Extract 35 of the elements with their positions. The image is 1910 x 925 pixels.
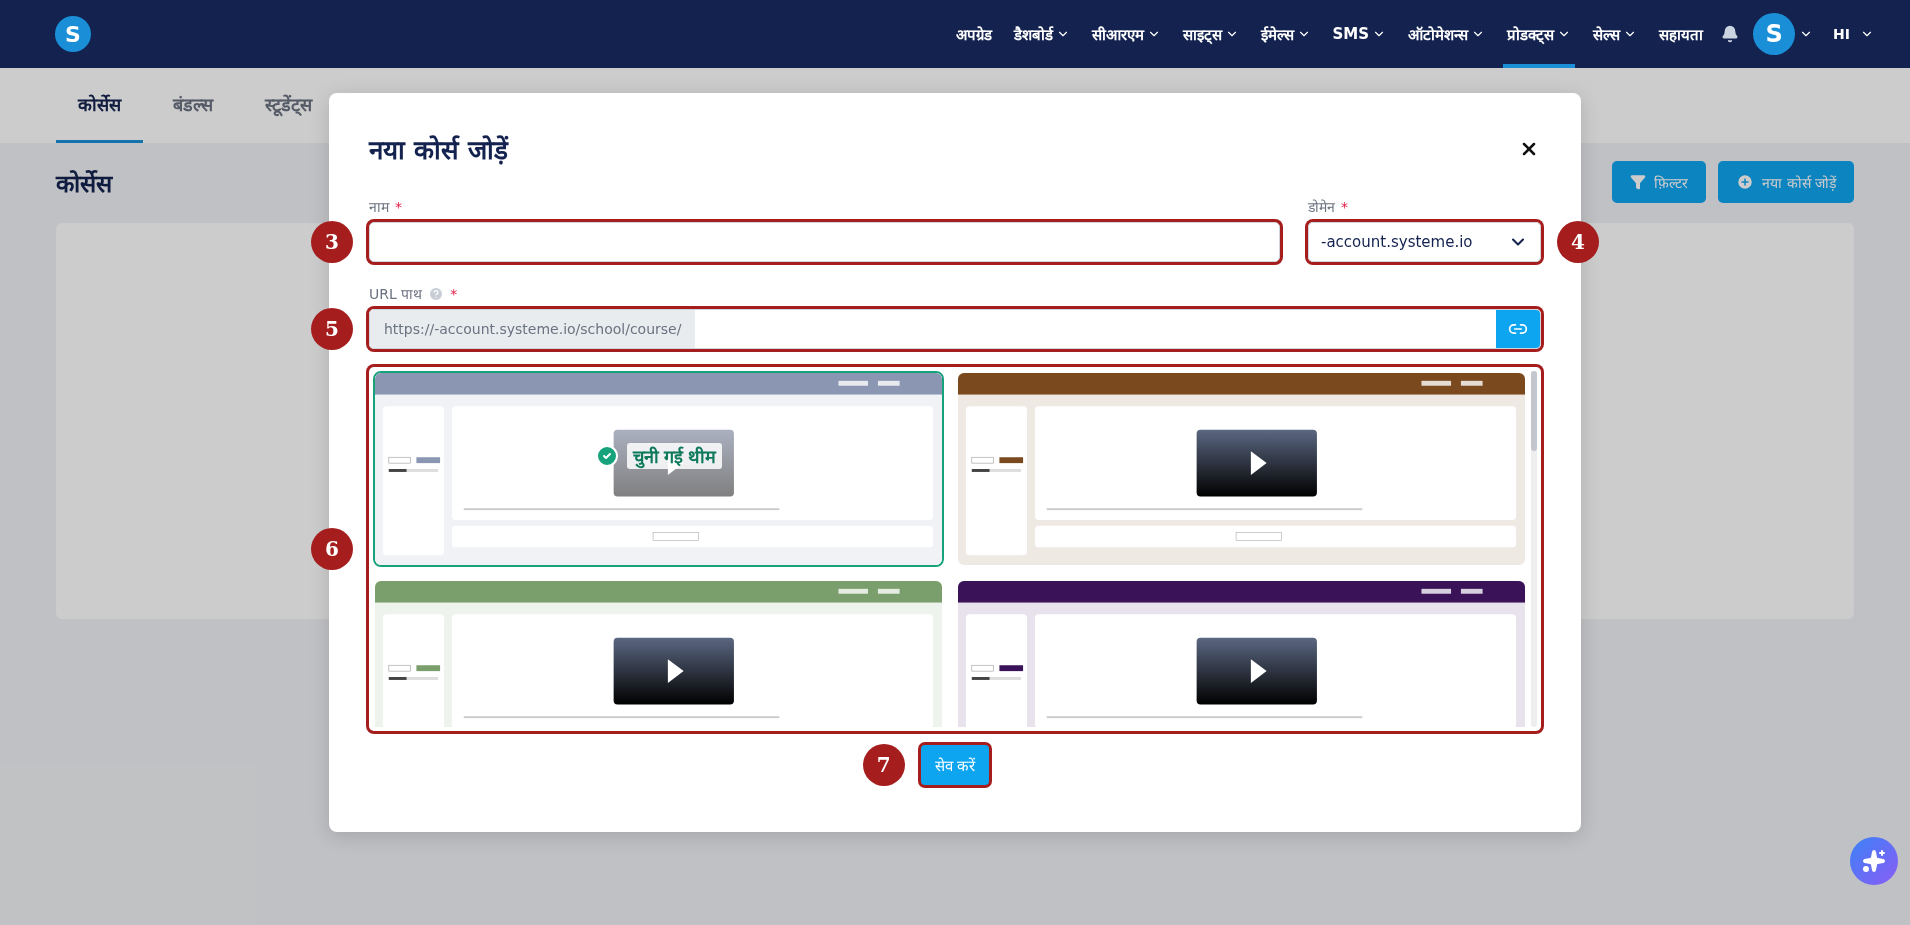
nav-item[interactable]: साइट्स: [1178, 0, 1243, 68]
ai-assistant-button[interactable]: [1850, 837, 1898, 885]
logo[interactable]: S: [55, 16, 91, 52]
step-marker: 7: [862, 744, 905, 786]
sparkle-icon: [1862, 849, 1886, 873]
nav-item[interactable]: SMS: [1328, 0, 1391, 68]
tab[interactable]: कोर्सेस: [56, 68, 143, 143]
nav-item[interactable]: डैशबोर्ड: [1009, 0, 1074, 68]
url-input-field[interactable]: https://-account.systeme.io/school/course/: [369, 309, 1541, 349]
field-label: डोमेन *: [1308, 197, 1349, 216]
avatar[interactable]: S: [1753, 13, 1796, 55]
step-marker: 4: [1557, 221, 1599, 263]
field-label: URL पाथ *: [369, 284, 459, 303]
step-marker: 6: [311, 528, 353, 570]
nav-item[interactable]: सेल्स: [1589, 0, 1642, 68]
tab[interactable]: बंडल्स: [151, 68, 235, 143]
nav-item[interactable]: सीआरएम: [1087, 0, 1165, 68]
page-title: कोर्सेस: [56, 168, 112, 199]
modal-title: नया कोर्स जोड़ें: [369, 134, 509, 167]
nav-item[interactable]: ईमेल्स: [1256, 0, 1315, 68]
name-input-field[interactable]: [369, 222, 1280, 262]
bell-icon[interactable]: [1721, 25, 1740, 43]
domain-select[interactable]: -account.systeme.io: [1308, 222, 1541, 262]
step-marker: 5: [311, 308, 353, 350]
button-label: फ़िल्टर: [1654, 173, 1689, 192]
step-marker: 3: [311, 221, 353, 263]
nav-item[interactable]: सहायता: [1655, 0, 1708, 68]
nav-item[interactable]: ऑटोमेशन्स: [1404, 0, 1490, 68]
nav-item[interactable]: अपग्रेड: [951, 0, 996, 68]
button-label: नया कोर्स जोड़ें: [1762, 173, 1836, 192]
field-label: नाम *: [369, 197, 403, 216]
plus-icon: [1736, 173, 1755, 191]
filter-icon: [1630, 174, 1647, 190]
theme-card[interactable]: चुनी गई थीम: [373, 371, 944, 567]
language-dropdown[interactable]: HI: [1827, 25, 1880, 43]
